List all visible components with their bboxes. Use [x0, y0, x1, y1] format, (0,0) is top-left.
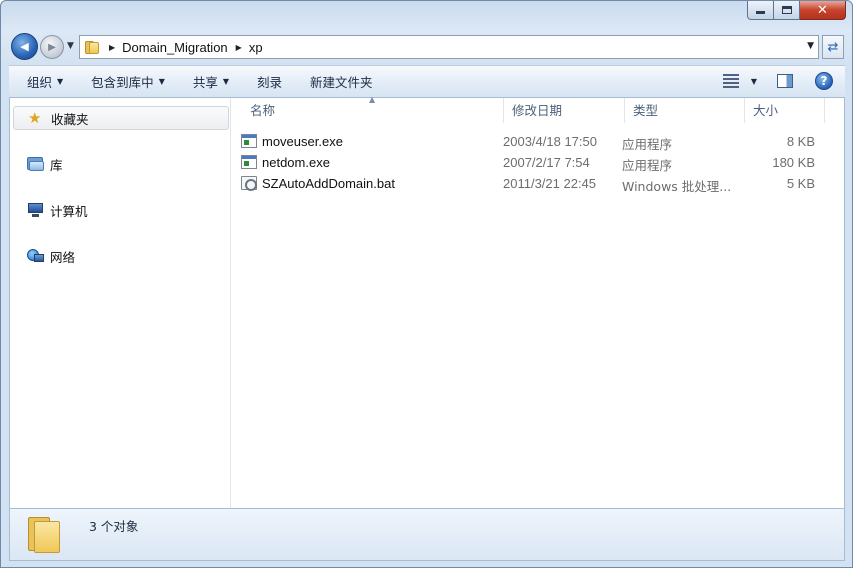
navigation-row: ◀ ▶ ▼ ▶ Domain_Migration ▶ xp ▼ ⇄: [9, 31, 845, 63]
view-options-dropdown-icon[interactable]: ▼: [751, 77, 757, 86]
sidebar-item-label: 网络: [50, 249, 76, 265]
file-date-modified: 2011/3/21 22:45: [503, 176, 597, 191]
forward-arrow-icon: ▶: [48, 41, 56, 53]
chevron-down-icon: ▼: [57, 77, 64, 86]
preview-pane-icon[interactable]: [777, 74, 793, 88]
file-name: moveuser.exe: [262, 134, 343, 149]
close-button[interactable]: ✕: [800, 1, 846, 20]
file-row[interactable]: moveuser.exe 2003/4/18 17:50 应用程序 8 KB: [241, 131, 841, 152]
sidebar-item-favorites[interactable]: ★ 收藏夹: [13, 106, 229, 130]
file-name: netdom.exe: [262, 155, 330, 170]
change-view-icon[interactable]: [722, 74, 739, 88]
batch-file-icon: [241, 176, 257, 191]
command-bar: 组织 ▼ 包含到库中 ▼ 共享 ▼ 刻录 新建文件夹 ▼ ?: [9, 65, 845, 98]
column-header-date-modified[interactable]: 修改日期: [504, 98, 625, 123]
forward-button[interactable]: ▶: [40, 35, 64, 59]
sidebar-item-computer[interactable]: 计算机: [13, 198, 229, 222]
sidebar-item-network[interactable]: 网络: [13, 244, 229, 268]
file-date-modified: 2003/4/18 17:50: [503, 134, 597, 149]
file-row[interactable]: SZAutoAddDomain.bat 2011/3/21 22:45 Wind…: [241, 173, 841, 194]
new-folder-label: 新建文件夹: [310, 75, 373, 90]
sidebar-item-label: 计算机: [50, 203, 88, 219]
application-file-icon: [241, 134, 257, 148]
share-label: 共享: [192, 75, 218, 90]
column-header-name[interactable]: 名称: [242, 98, 504, 123]
explorer-window: ✕ ◀ ▶ ▼ ▶ Domain_Migration ▶ xp ▼ ⇄ 组织 ▼: [0, 0, 853, 568]
maximize-icon: [781, 6, 792, 14]
computer-icon: [27, 202, 44, 218]
organize-label: 组织: [27, 75, 53, 90]
sidebar-item-label: 收藏夹: [51, 111, 89, 127]
minimize-icon: [756, 11, 765, 14]
file-size: 180 KB: [772, 155, 815, 170]
application-file-icon: [241, 155, 257, 169]
breadcrumb-separator-icon[interactable]: ▶: [236, 43, 242, 52]
column-headers: ▲ 名称 修改日期 类型 大小: [232, 95, 844, 123]
burn-label: 刻录: [257, 75, 283, 90]
help-icon[interactable]: ?: [815, 72, 833, 90]
caption-buttons: ✕: [747, 1, 846, 21]
file-name: SZAutoAddDomain.bat: [262, 176, 395, 191]
navigation-pane: ★ 收藏夹 库 计算机 网络: [10, 98, 231, 508]
file-row[interactable]: netdom.exe 2007/2/17 7:54 应用程序 180 KB: [241, 152, 841, 173]
close-icon: ✕: [817, 2, 828, 18]
chevron-down-icon: ▼: [158, 77, 165, 86]
include-in-library-label: 包含到库中: [91, 75, 154, 90]
chevron-down-icon: ▼: [222, 77, 230, 86]
file-size: 8 KB: [786, 134, 815, 149]
recent-pages-dropdown[interactable]: ▼: [67, 41, 74, 51]
breadcrumb-xp[interactable]: xp: [249, 40, 263, 55]
refresh-icon: ⇄: [827, 39, 839, 55]
folder-icon: [85, 40, 101, 54]
file-type: Windows 批处理...: [622, 179, 732, 194]
file-type: 应用程序: [622, 137, 673, 152]
file-type: 应用程序: [622, 158, 673, 173]
breadcrumb-domain-migration[interactable]: Domain_Migration: [122, 40, 228, 55]
address-dropdown-icon[interactable]: ▼: [807, 41, 814, 51]
new-folder-button[interactable]: 新建文件夹: [310, 72, 373, 91]
maximize-button[interactable]: [774, 1, 800, 20]
back-arrow-icon: ◀: [20, 40, 29, 53]
organize-button[interactable]: 组织 ▼: [27, 72, 63, 91]
address-bar[interactable]: ▶ Domain_Migration ▶ xp ▼: [79, 35, 819, 59]
breadcrumb-separator-icon[interactable]: ▶: [109, 43, 115, 52]
burn-button[interactable]: 刻录: [257, 72, 282, 91]
refresh-button[interactable]: ⇄: [822, 35, 844, 59]
toolbar-right-group: ▼ ?: [722, 72, 833, 90]
back-button[interactable]: ◀: [11, 33, 38, 60]
include-in-library-button[interactable]: 包含到库中 ▼: [91, 72, 165, 91]
share-button[interactable]: 共享 ▼: [193, 72, 229, 91]
network-icon: [27, 248, 44, 264]
file-size: 5 KB: [786, 176, 815, 191]
column-header-type[interactable]: 类型: [625, 98, 745, 123]
sidebar-item-label: 库: [50, 157, 63, 173]
file-date-modified: 2007/2/17 7:54: [503, 155, 590, 170]
help-glyph: ?: [820, 74, 828, 88]
sidebar-item-libraries[interactable]: 库: [13, 152, 229, 176]
folder-icon: [28, 515, 64, 555]
column-header-size[interactable]: 大小: [745, 98, 825, 123]
star-icon: ★: [28, 109, 42, 127]
item-count: 3 个对象: [89, 519, 139, 534]
library-icon: [27, 156, 44, 172]
details-pane: 3 个对象: [9, 508, 845, 561]
minimize-button[interactable]: [747, 1, 774, 20]
